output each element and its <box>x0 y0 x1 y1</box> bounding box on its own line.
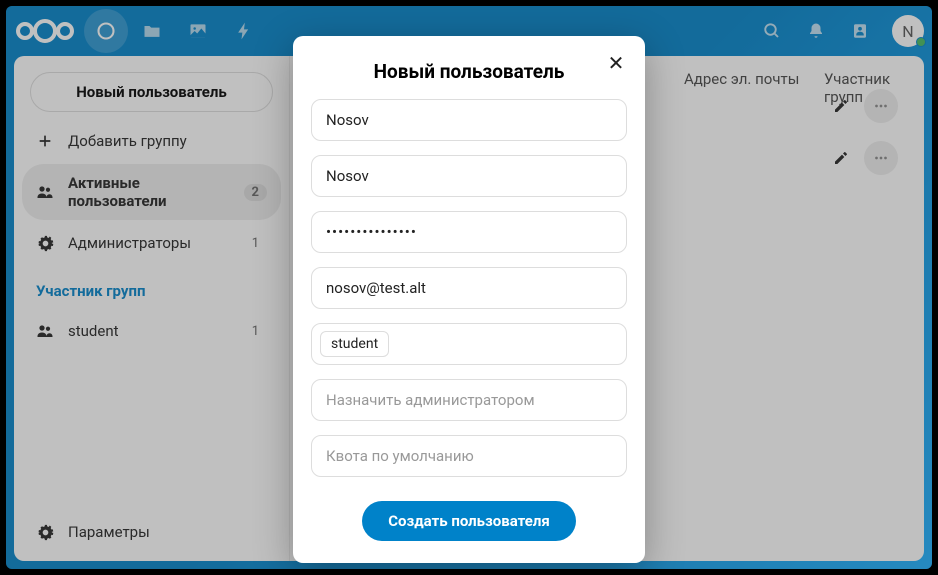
modal-overlay: ✕ Новый пользователь student Создать пол… <box>6 6 932 569</box>
modal-title: Новый пользователь <box>311 54 627 99</box>
group-tag: student <box>320 331 389 357</box>
admin-select[interactable] <box>311 379 627 421</box>
email-input[interactable] <box>311 267 627 309</box>
password-input[interactable] <box>311 211 627 253</box>
displayname-input[interactable] <box>311 155 627 197</box>
quota-select[interactable] <box>311 435 627 477</box>
create-user-button[interactable]: Создать пользователя <box>362 501 576 541</box>
close-icon[interactable]: ✕ <box>603 50 629 76</box>
new-user-modal: ✕ Новый пользователь student Создать пол… <box>293 36 645 563</box>
groups-select[interactable]: student <box>311 323 627 365</box>
username-input[interactable] <box>311 99 627 141</box>
